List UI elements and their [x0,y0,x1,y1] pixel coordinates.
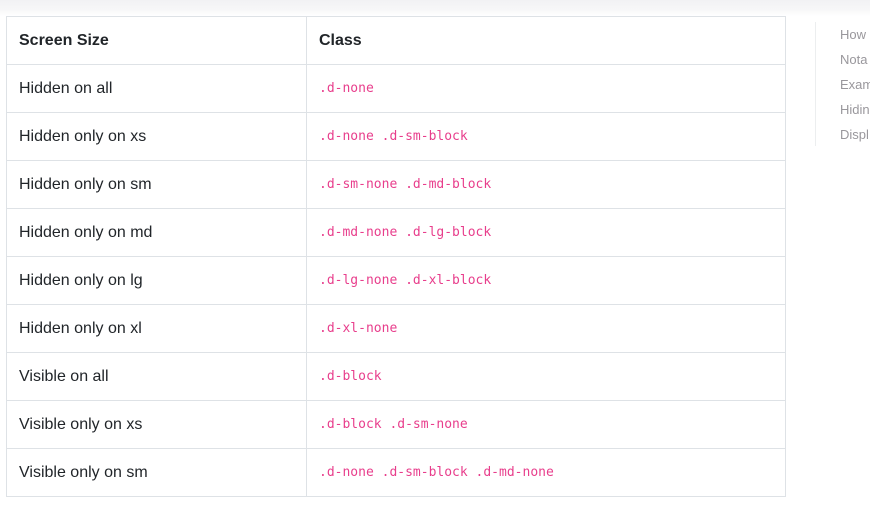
screen-size-cell: Hidden only on lg [6,256,307,305]
toc-link-display-in-print[interactable]: Displ [816,122,870,146]
screen-size-cell: Visible on all [6,352,307,401]
column-header-screen-size: Screen Size [6,16,307,65]
toc-link-how[interactable]: How [816,22,870,47]
class-code-cell: .d-none [306,64,786,113]
class-code-cell: .d-sm-none .d-md-block [306,160,786,209]
table-row: Visible only on xs .d-block .d-sm-none [6,400,786,449]
table-of-contents: How Nota Exam Hidin Displ [815,22,870,146]
top-bar-shadow [0,0,870,16]
screen-size-cell: Hidden only on xs [6,112,307,161]
column-header-class: Class [306,16,786,65]
class-code-cell: .d-lg-none .d-xl-block [306,256,786,305]
screen-size-cell: Hidden only on xl [6,304,307,353]
table-row: Hidden on all .d-none [6,64,786,113]
class-code-cell: .d-none .d-sm-block .d-md-none [306,448,786,497]
class-code-cell: .d-block [306,352,786,401]
table-row: Hidden only on lg .d-lg-none .d-xl-block [6,256,786,305]
class-code-cell: .d-xl-none [306,304,786,353]
display-classes-table-wrapper: Screen Size Class Hidden on all .d-none … [6,16,786,497]
table-row: Hidden only on xl .d-xl-none [6,304,786,353]
toc-link-notation[interactable]: Nota [816,47,870,72]
screen-size-cell: Hidden on all [6,64,307,113]
screen-size-cell: Visible only on sm [6,448,307,497]
display-classes-table: Screen Size Class Hidden on all .d-none … [6,16,786,497]
screen-size-cell: Visible only on xs [6,400,307,449]
table-row: Hidden only on xs .d-none .d-sm-block [6,112,786,161]
table-row: Visible on all .d-block [6,352,786,401]
table-row: Hidden only on sm .d-sm-none .d-md-block [6,160,786,209]
toc-link-hiding-elements[interactable]: Hidin [816,97,870,122]
screen-size-cell: Hidden only on md [6,208,307,257]
class-code-cell: .d-md-none .d-lg-block [306,208,786,257]
page: Screen Size Class Hidden on all .d-none … [0,0,870,506]
screen-size-cell: Hidden only on sm [6,160,307,209]
toc-link-examples[interactable]: Exam [816,72,870,97]
table-header-row: Screen Size Class [6,16,786,65]
class-code-cell: .d-none .d-sm-block [306,112,786,161]
table-row: Visible only on sm .d-none .d-sm-block .… [6,448,786,497]
class-code-cell: .d-block .d-sm-none [306,400,786,449]
table-row: Hidden only on md .d-md-none .d-lg-block [6,208,786,257]
